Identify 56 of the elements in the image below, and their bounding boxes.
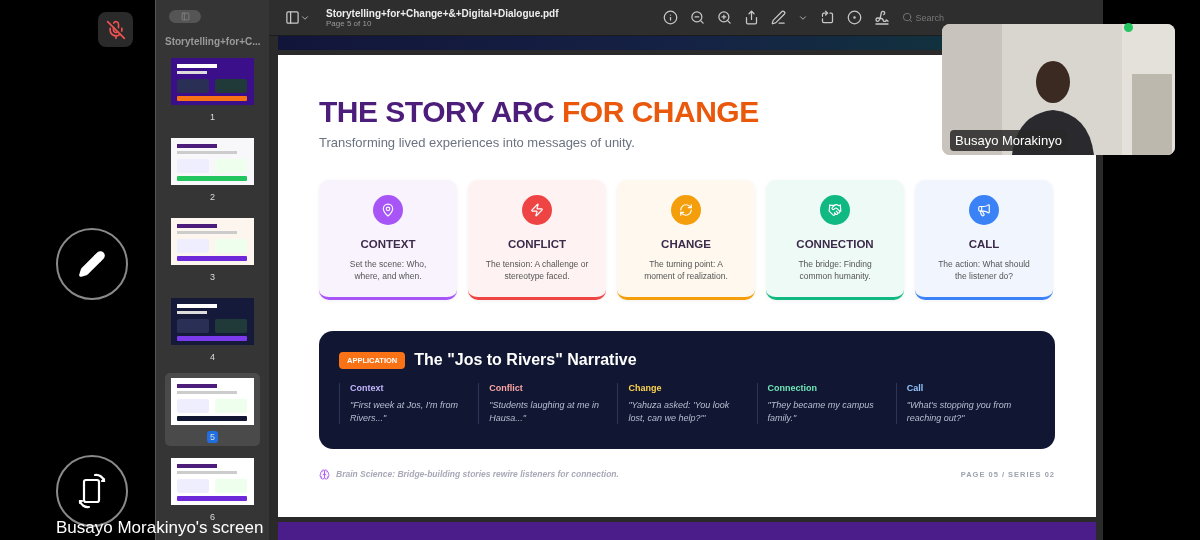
page-thumbnail[interactable]: 4 xyxy=(165,293,260,366)
markup-icon[interactable] xyxy=(846,10,862,25)
beat-quote: "Yahuza asked: 'You look lost, can we help?'" xyxy=(628,399,731,425)
page-thumbnail[interactable]: 5 xyxy=(165,373,260,446)
annotate-button[interactable] xyxy=(56,228,128,300)
zoom-in-icon[interactable] xyxy=(716,10,732,25)
beat-label: Connection xyxy=(767,383,819,393)
beat-quote: "First week at Jos, I'm from Rivers..." xyxy=(350,399,459,425)
beat-label: Context xyxy=(350,383,385,393)
stage-title: CONNECTION xyxy=(796,238,874,250)
sidebar-icon xyxy=(180,12,190,21)
pin-icon xyxy=(381,203,395,217)
microphone-button[interactable] xyxy=(98,12,133,47)
participant-name: Busayo Morakinyo xyxy=(950,130,1067,151)
stage-text: The tension: A challenge or stereotype faced. xyxy=(485,258,589,283)
rotate-icon[interactable] xyxy=(819,10,835,25)
muted-microphone-icon xyxy=(105,19,126,40)
pen-icon[interactable] xyxy=(770,10,786,25)
stage-text: The turning point: A moment of realization. xyxy=(643,258,729,283)
zoom-out-icon[interactable] xyxy=(689,10,705,25)
search-icon xyxy=(901,12,913,23)
status-dot xyxy=(1124,23,1133,32)
slide-subtitle: Transforming lived experiences into messages of unity. xyxy=(319,135,635,150)
page-thumbnail[interactable]: 3 xyxy=(165,213,260,286)
beat-quote: "They became my campus family." xyxy=(767,399,875,425)
stage-title: CHANGE xyxy=(661,238,711,250)
slide-title: THE STORY ARC FOR CHANGE xyxy=(319,95,760,129)
stage-text: Set the scene: Who, where, and when. xyxy=(348,258,428,283)
page-info: Page 5 of 10 xyxy=(326,18,372,28)
beat-quote: "Students laughing at me in Hausa..." xyxy=(489,399,600,425)
page-thumbnail[interactable]: 2 xyxy=(165,133,260,206)
megaphone-icon xyxy=(977,203,991,217)
stage-text: The action: What should the listener do? xyxy=(937,258,1031,283)
sidebar-icon[interactable] xyxy=(285,10,310,25)
pencil-icon xyxy=(78,250,106,278)
stage-title: CONTEXT xyxy=(360,238,416,250)
lightning-icon xyxy=(530,203,544,217)
sidebar-toggle-button[interactable] xyxy=(169,10,201,23)
page-thumbnail[interactable]: 1 xyxy=(165,53,260,126)
refresh-icon xyxy=(679,203,693,217)
stage-text: The bridge: Finding common humanity. xyxy=(797,258,873,283)
stage-title: CONFLICT xyxy=(507,238,567,250)
share-icon[interactable] xyxy=(743,10,759,25)
beat-label: Call xyxy=(906,383,925,393)
beat-label: Change xyxy=(628,383,663,393)
beat-label: Conflict xyxy=(489,383,524,393)
beat-quote: "What's stopping you from reaching out?" xyxy=(906,399,1013,425)
brain-icon xyxy=(319,469,330,480)
info-icon[interactable] xyxy=(662,10,678,25)
panel-title: The "Jos to Rivers" Narrative xyxy=(414,351,637,369)
handshake-icon xyxy=(828,203,842,217)
file-name: Storytelling+for+Change+&+Digital+Dialogue.pdf xyxy=(326,7,559,19)
footer-note: Brain Science: Bridge-building stories rewire listeners for connection. xyxy=(336,469,619,480)
stage-title: CALL xyxy=(968,238,1000,250)
signature-icon[interactable] xyxy=(873,9,890,26)
document-title: Storytelling+for+C... xyxy=(165,36,261,47)
